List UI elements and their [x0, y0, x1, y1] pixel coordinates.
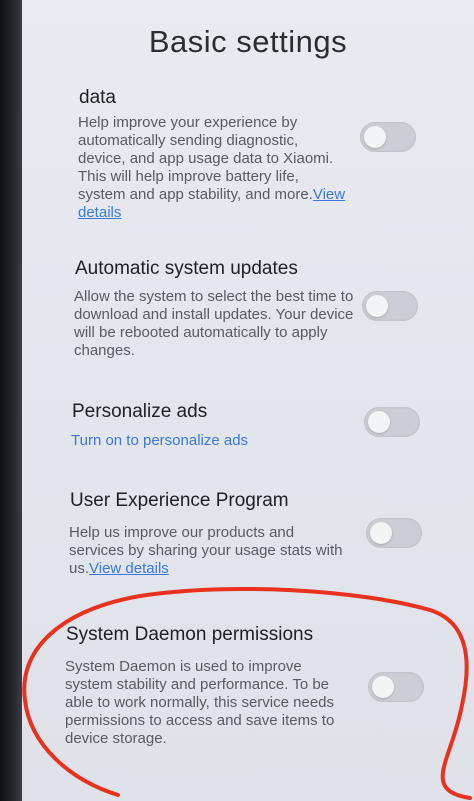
toggle-knob	[368, 411, 390, 433]
page-title: Basic settings	[148, 24, 348, 59]
setting-data-title: data	[79, 87, 116, 108]
setting-auto-updates-description: Allow the system to select the best time…	[74, 288, 354, 359]
setting-system-daemon-title: System Daemon permissions	[66, 624, 314, 645]
setting-user-experience-view-details-link[interactable]: View details	[89, 560, 169, 577]
toggle-knob	[370, 522, 392, 544]
toggle-knob	[372, 676, 394, 698]
settings-screen: Basic settings data Help improve your ex…	[22, 0, 474, 801]
setting-system-daemon-description: System Daemon is used to improve system …	[65, 658, 335, 747]
setting-system-daemon-toggle[interactable]	[368, 672, 424, 702]
setting-user-experience-description: Help us improve our products and service…	[69, 524, 349, 578]
setting-user-experience-title: User Experience Program	[70, 490, 289, 511]
setting-personalize-ads-title: Personalize ads	[72, 401, 208, 422]
setting-personalize-ads-toggle[interactable]	[364, 407, 420, 437]
device-bezel	[0, 0, 22, 801]
toggle-knob	[364, 126, 386, 148]
setting-personalize-ads-description: Turn on to personalize ads	[71, 432, 351, 450]
setting-data-toggle[interactable]	[360, 122, 416, 152]
setting-user-experience-toggle[interactable]	[366, 518, 422, 548]
setting-data-description-text: Help improve your experience by automati…	[78, 114, 334, 203]
setting-auto-updates-title: Automatic system updates	[75, 258, 298, 279]
toggle-knob	[366, 295, 388, 317]
setting-data-description: Help improve your experience by automati…	[78, 114, 348, 222]
personalize-ads-link[interactable]: Turn on to personalize ads	[71, 432, 248, 449]
setting-auto-updates-toggle[interactable]	[362, 291, 418, 321]
